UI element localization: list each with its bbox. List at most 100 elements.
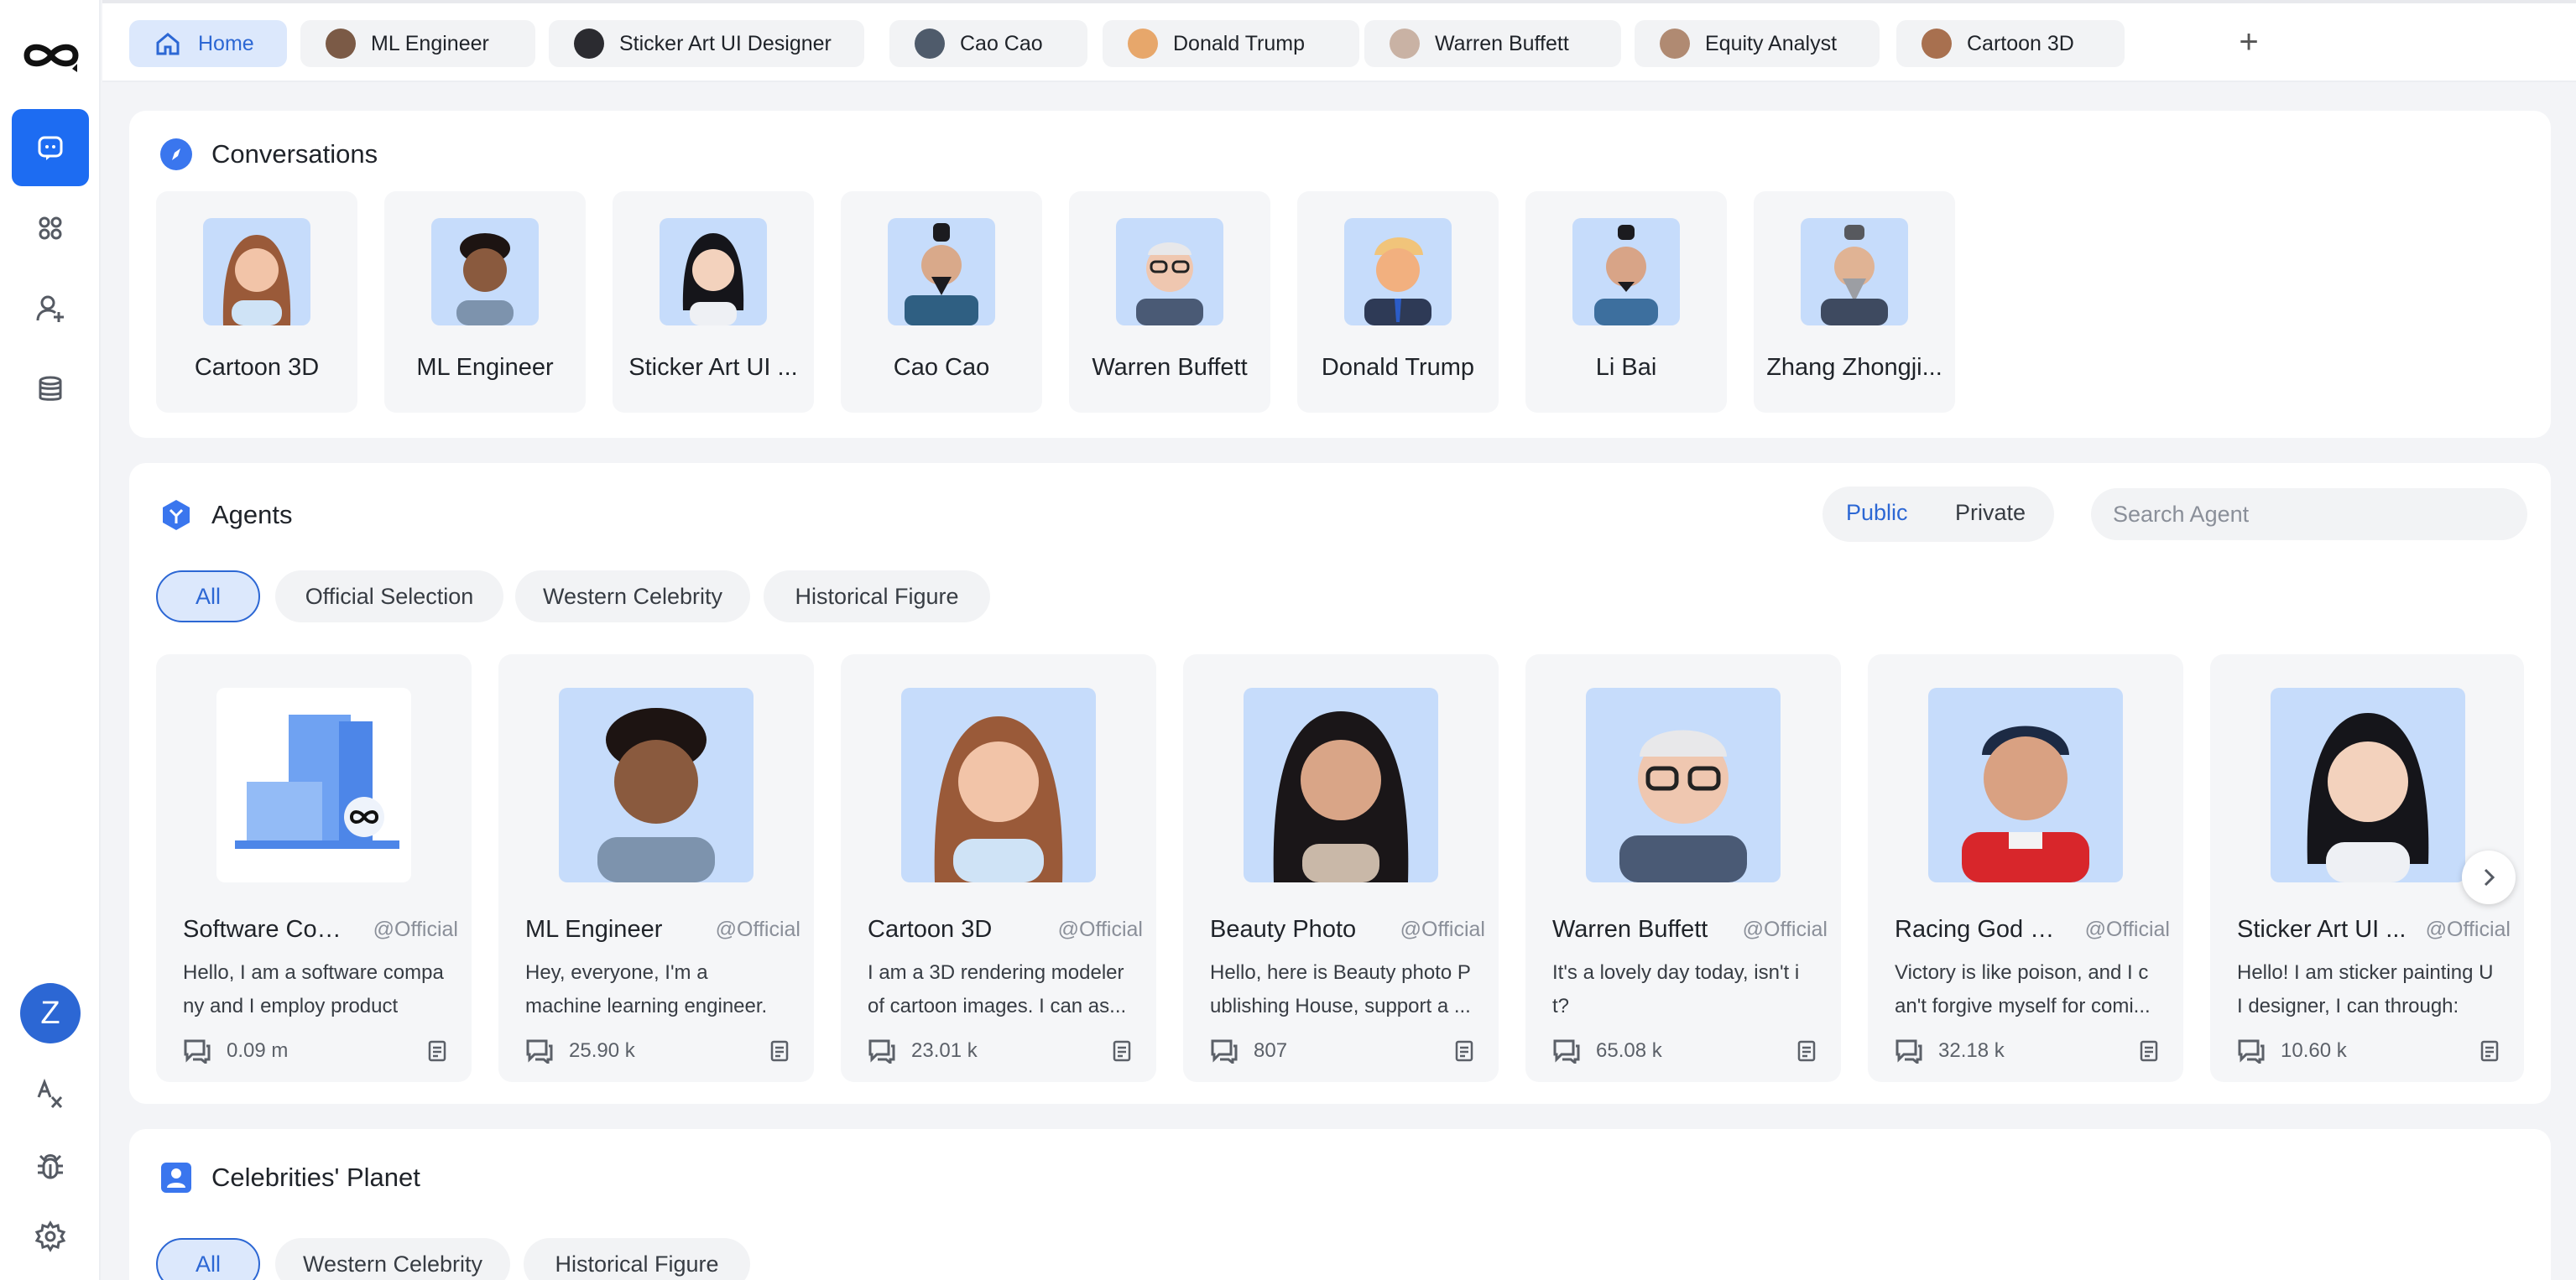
database-nav-button[interactable]: [12, 351, 89, 428]
public-toggle[interactable]: Public: [1846, 500, 1908, 526]
next-agents-button[interactable]: [2462, 851, 2516, 904]
conversation-card[interactable]: Donald Trump: [1297, 191, 1499, 413]
tab-cartoon-3d[interactable]: Cartoon 3D: [1896, 20, 2125, 67]
chat-count-icon: [184, 1039, 211, 1064]
agent-description: I am a 3D rendering modeler of cartoon i…: [868, 961, 1127, 1017]
conversation-card[interactable]: Warren Buffett: [1069, 191, 1270, 413]
tab-warren-buffett[interactable]: Warren Buffett: [1364, 20, 1621, 67]
visibility-toggle: Public Private: [1822, 487, 2054, 542]
chat-count-icon: [1211, 1039, 1238, 1064]
filter-official-selection[interactable]: Official Selection: [275, 570, 503, 622]
conversations-panel: Conversations Cartoon 3D ML Engineer Sti…: [129, 111, 2551, 438]
database-icon: [39, 376, 62, 401]
conversation-card[interactable]: Sticker Art UI ...: [613, 191, 814, 413]
filter-historical-figure[interactable]: Historical Figure: [764, 570, 990, 622]
agent-card[interactable]: Beauty Photo @Official Hello, here is Be…: [1183, 654, 1499, 1082]
search-agent-input[interactable]: Search Agent: [2091, 488, 2527, 540]
agent-count: 32.18 k: [1938, 1039, 2005, 1062]
agent-card[interactable]: ML Engineer @Official Hey, everyone, I'm…: [498, 654, 814, 1082]
tab-ml-engineer[interactable]: ML Engineer: [300, 20, 535, 67]
document-icon[interactable]: [1797, 1040, 1816, 1062]
user-avatar[interactable]: Z: [20, 983, 81, 1043]
conversations-title: Conversations: [211, 139, 378, 169]
chat-nav-button[interactable]: [12, 109, 89, 186]
agent-card[interactable]: Warren Buffett @Official It's a lovely d…: [1525, 654, 1841, 1082]
apps-icon: [39, 216, 62, 240]
filter-all[interactable]: All: [156, 570, 260, 622]
warren-buffett-avatar: [1586, 688, 1781, 882]
warren-buffett-avatar: [1116, 218, 1223, 325]
agent-card[interactable]: Racing God Se... @Official Victory is li…: [1868, 654, 2183, 1082]
agent-tag: @Official: [1400, 918, 1485, 941]
agent-count: 25.90 k: [569, 1039, 635, 1062]
celebrity-filter-western-celebrity[interactable]: Western Celebrity: [275, 1238, 510, 1280]
tab-label: Cao Cao: [960, 31, 1043, 55]
agent-stat: 10.60 k: [2237, 1038, 2347, 1064]
translate-nav-button[interactable]: [12, 1055, 89, 1132]
document-icon[interactable]: [2140, 1040, 2158, 1062]
chat-count-icon: [1895, 1039, 1922, 1064]
bug-nav-button[interactable]: [12, 1127, 89, 1205]
filter-western-celebrity[interactable]: Western Celebrity: [515, 570, 750, 622]
sticker-art-avatar: [660, 218, 767, 325]
sidebar: Z: [0, 0, 101, 1280]
agent-card[interactable]: Software Com... @Official Hello, I am a …: [156, 654, 472, 1082]
conversations-header: Conversations: [159, 138, 378, 171]
sticker-art-avatar: [574, 29, 604, 59]
document-icon[interactable]: [428, 1040, 446, 1062]
agents-title: Agents: [211, 500, 293, 529]
tab-equity-analyst[interactable]: Equity Analyst: [1635, 20, 1880, 67]
document-icon[interactable]: [2480, 1040, 2499, 1062]
app-logo[interactable]: [22, 34, 81, 77]
conversation-card[interactable]: Cartoon 3D: [156, 191, 357, 413]
celebrity-filter-all[interactable]: All: [156, 1238, 260, 1280]
conversation-name: Li Bai: [1595, 354, 1657, 381]
celebrities-panel: Celebrities' Planet All Western Celebrit…: [129, 1129, 2551, 1280]
agent-description: Hey, everyone, I'm a machine learning en…: [525, 961, 768, 1017]
agent-stat: 32.18 k: [1895, 1038, 2005, 1064]
tab-home[interactable]: Home: [129, 20, 287, 67]
document-icon[interactable]: [770, 1040, 789, 1062]
warren-buffett-avatar: [1390, 29, 1420, 59]
private-toggle[interactable]: Private: [1955, 500, 2026, 526]
tab-cao-cao[interactable]: Cao Cao: [889, 20, 1087, 67]
document-icon[interactable]: [1455, 1040, 1473, 1062]
agent-description: Hello! I am sticker painting U I designe…: [2237, 961, 2494, 1017]
filter-label: Historical Figure: [555, 1251, 719, 1277]
celebrities-title: Celebrities' Planet: [211, 1163, 420, 1192]
tab-label: Cartoon 3D: [1967, 31, 2074, 55]
conversation-card[interactable]: ML Engineer: [384, 191, 586, 413]
conversation-card[interactable]: Zhang Zhongji...: [1754, 191, 1955, 413]
conversation-name: Zhang Zhongji...: [1766, 354, 1942, 381]
filter-label: Western Celebrity: [302, 1251, 483, 1277]
chat-icon: [38, 136, 63, 160]
tab-label: Sticker Art UI Designer: [619, 31, 832, 55]
agent-count: 10.60 k: [2281, 1039, 2347, 1062]
add-tab-button[interactable]: +: [2232, 25, 2266, 60]
add-user-nav-button[interactable]: [12, 270, 89, 347]
tab-donald-trump[interactable]: Donald Trump: [1103, 20, 1359, 67]
settings-nav-button[interactable]: [12, 1198, 89, 1275]
celebrity-filter-historical-figure[interactable]: Historical Figure: [524, 1238, 750, 1280]
agent-tag: @Official: [1057, 918, 1143, 941]
filter-label: All: [195, 1251, 221, 1277]
agent-card[interactable]: Cartoon 3D @Official I am a 3D rendering…: [841, 654, 1156, 1082]
agent-tag: @Official: [2425, 918, 2511, 941]
tab-label: Home: [198, 31, 254, 55]
chat-count-icon: [868, 1039, 895, 1064]
beauty-photo-avatar: [1244, 688, 1438, 882]
conversation-card[interactable]: Cao Cao: [841, 191, 1042, 413]
agent-stat: 23.01 k: [868, 1038, 978, 1064]
agent-stat: 25.90 k: [525, 1038, 635, 1064]
agent-stat: 65.08 k: [1552, 1038, 1662, 1064]
cartoon-3d-avatar: [203, 218, 310, 325]
chat-count-icon: [2238, 1039, 2265, 1064]
tab-sticker-art-ui-designer[interactable]: Sticker Art UI Designer: [549, 20, 864, 67]
translate-icon: [37, 1078, 63, 1109]
apps-nav-button[interactable]: [12, 190, 89, 267]
agent-description: Hello, here is Beauty photo P ublishing …: [1210, 961, 1471, 1017]
racing-god-avatar: [1928, 688, 2123, 882]
document-icon[interactable]: [1113, 1040, 1131, 1062]
conversation-card[interactable]: Li Bai: [1525, 191, 1727, 413]
ml-engineer-avatar: [326, 29, 356, 59]
